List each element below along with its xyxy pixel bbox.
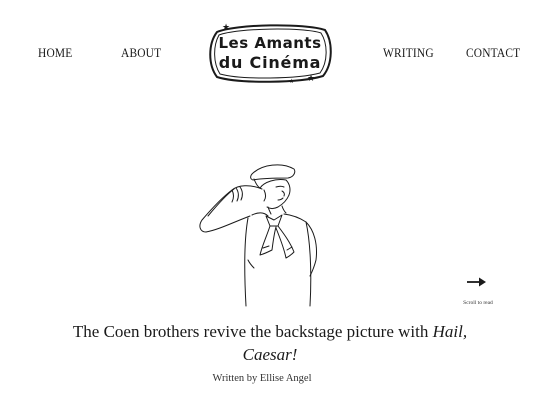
- nav-writing-link[interactable]: WRITING: [383, 45, 434, 61]
- svg-text:★: ★: [222, 22, 230, 32]
- article-headline[interactable]: The Coen brothers revive the backstage p…: [60, 320, 480, 366]
- svg-text:★: ★: [289, 78, 294, 85]
- sailor-saluting-illustration: [190, 160, 330, 308]
- svg-text:★: ★: [307, 73, 315, 83]
- scroll-arrow-icon[interactable]: [465, 275, 489, 293]
- logo-text-line1: Les Amants: [218, 34, 322, 52]
- article-byline: Written by Ellise Angel: [212, 373, 312, 384]
- nav-contact-link[interactable]: CONTACT: [466, 45, 520, 61]
- logo-text-line2: du Cinéma: [218, 53, 322, 72]
- site-logo[interactable]: ★ ★ ★ Les Amants du Cinéma: [205, 20, 335, 86]
- scroll-to-read-label: Scroll to read: [463, 300, 493, 306]
- nav-about-link[interactable]: ABOUT: [121, 45, 161, 61]
- nav-home-link[interactable]: HOME: [38, 45, 72, 61]
- headline-text: The Coen brothers revive the backstage p…: [72, 322, 433, 341]
